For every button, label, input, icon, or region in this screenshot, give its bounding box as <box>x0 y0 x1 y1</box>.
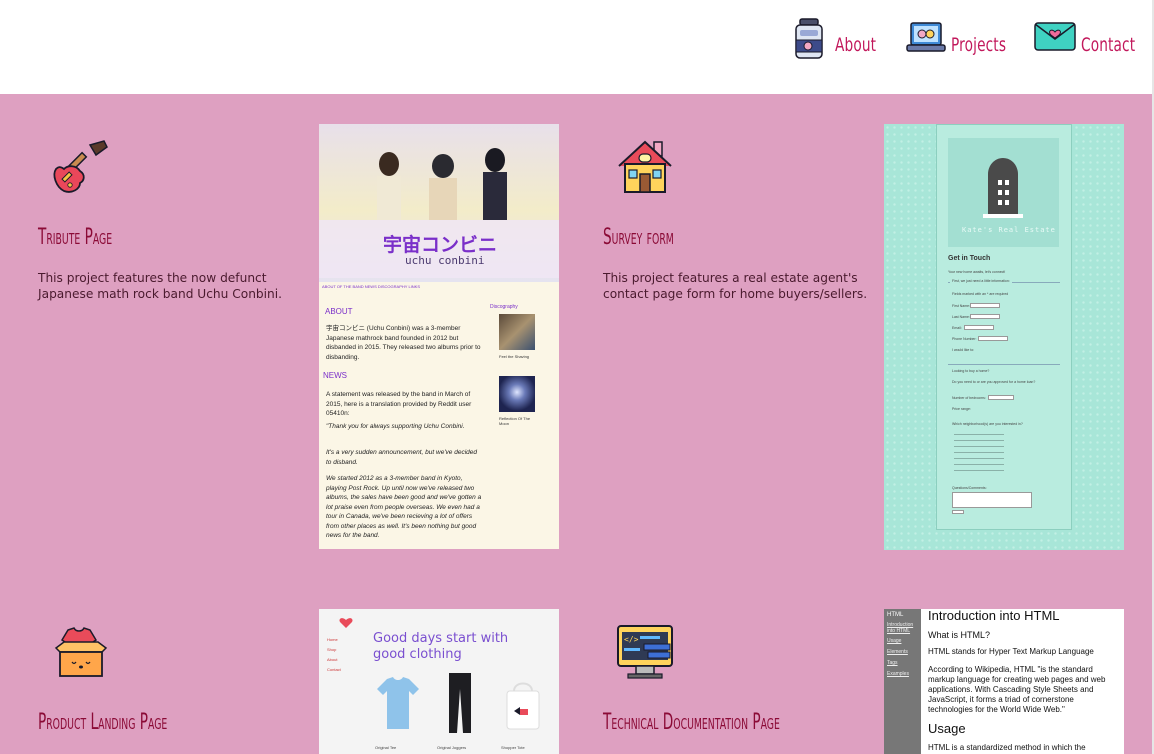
survey-thumbnail[interactable]: Kate's Real Estate Get in Touch Your new… <box>884 124 1124 550</box>
nav-about-label: About <box>835 34 877 56</box>
band-photo <box>377 148 507 220</box>
survey-row: Which neighborhood(s) are you interested… <box>952 422 1023 426</box>
product-headline: Good days start with good clothing <box>373 631 509 662</box>
survey-row: Looking to buy a home? <box>952 369 990 373</box>
product-item-label: Shopper Tote <box>501 745 525 750</box>
site-header: About Projects Contact <box>0 0 1152 94</box>
tee-image <box>377 677 419 729</box>
comments-textarea[interactable] <box>952 492 1032 508</box>
techdoc-sidebar-link: Introduction into HTML <box>887 622 914 634</box>
product-thumbnail[interactable]: Home Shop About Contact Good days start … <box>319 609 559 754</box>
nav-contact-link[interactable]: Contact <box>1034 16 1136 76</box>
survey-brand: Kate's Real Estate <box>962 226 1056 234</box>
tribute-news-heading: NEWS <box>323 371 347 380</box>
phone-input[interactable] <box>978 336 1008 341</box>
product-item-label: Original Joggers <box>437 745 467 750</box>
box-clothes-icon <box>54 627 108 677</box>
product-item-label: Original Tee <box>375 745 397 750</box>
tribute-heading-jp: 宇宙コンビニ <box>383 234 498 256</box>
techdoc-p2: According to Wikipedia, HTML "is the sta… <box>928 665 1106 714</box>
tribute-thumbnail[interactable]: 宇宙コンビニ uchu conbini ABOUT OF THE BAND NE… <box>319 124 559 549</box>
code-screen-icon: </> <box>617 625 673 679</box>
survey-row: First, we just need a little information… <box>950 279 1012 283</box>
survey-row: Fields marked with an * are required <box>952 292 1009 296</box>
tribute-about-text: 宇宙コンビニ (Uchu Conbini) was a 3-member Jap… <box>326 325 481 361</box>
tribute-quote-3: We started 2012 as a 3-member band in Ky… <box>326 475 482 539</box>
nav-projects-link[interactable]: Projects <box>906 16 1006 76</box>
jar-icon <box>795 18 823 59</box>
product-nav-item: Contact <box>327 667 341 672</box>
techdoc-h1: Introduction into HTML <box>928 609 1060 623</box>
techdoc-sidebar-link: Elements <box>887 649 908 655</box>
techdoc-h3: Usage <box>928 721 966 736</box>
album-1-title: Feel the Shaving <box>499 354 530 359</box>
survey-row: First Name: <box>952 304 971 308</box>
last-name-input[interactable] <box>970 314 1000 319</box>
tribute-quote-2: It's a very sudden announcement, but we'… <box>326 449 477 466</box>
nav-projects-label: Projects <box>951 34 1007 56</box>
survey-row: Your new home awaits, let's connect! <box>948 270 1006 274</box>
survey-row: Email: <box>952 326 962 330</box>
techdoc-sidebar-link: Tags <box>887 660 898 666</box>
heart-logo-icon <box>339 618 353 628</box>
album-2-title: Reflection Of The Moon <box>499 416 531 426</box>
envelope-icon <box>1034 22 1076 51</box>
survey-row: I would like to: <box>952 348 975 352</box>
techdoc-sidebar-title: HTML <box>887 612 904 618</box>
email-input[interactable] <box>964 325 994 330</box>
electric-guitar-icon <box>53 140 108 193</box>
tribute-news-text: A statement was released by the band in … <box>326 391 472 417</box>
techdoc-title: Technical Documentation Page <box>603 710 780 735</box>
tribute-title: Tribute Page <box>38 225 113 250</box>
product-nav-item: About <box>327 657 338 662</box>
tribute-about-heading: ABOUT <box>325 307 353 316</box>
survey-row: Price range: <box>952 407 971 411</box>
nav-contact-label: Contact <box>1081 34 1136 56</box>
divider <box>948 364 1060 365</box>
techdoc-p3: HTML is a standardized method in which t… <box>928 743 1086 752</box>
product-nav-item: Shop <box>327 647 337 652</box>
nav-about-link[interactable]: About <box>794 16 876 76</box>
survey-description: This project features a real estate agen… <box>603 271 868 301</box>
techdoc-thumbnail[interactable]: HTML Introduction into HTML Usage Elemen… <box>884 609 1124 754</box>
album-cover-2 <box>499 376 535 412</box>
survey-row: Questions/Comments: <box>952 486 987 490</box>
survey-row: Last Name: <box>952 315 970 319</box>
techdoc-sidebar-link: Usage <box>887 638 902 644</box>
laptop-icon <box>906 22 946 52</box>
first-name-input[interactable] <box>970 303 1000 308</box>
techdoc-sidebar-link: Examples <box>887 671 909 677</box>
tribute-description: This project features the now defunct Ja… <box>38 271 283 301</box>
bedrooms-select[interactable] <box>988 395 1014 400</box>
tribute-heading-en: uchu conbini <box>405 254 485 267</box>
techdoc-h2: What is HTML? <box>928 630 991 640</box>
tribute-links: ABOUT OF THE BAND NEWS DISCOGRAPHY LINKS <box>322 284 421 289</box>
survey-row: Phone Number: <box>952 337 977 341</box>
survey-row: Number of bedrooms: <box>952 396 986 400</box>
techdoc-p1: HTML stands for Hyper Text Markup Langua… <box>928 647 1094 656</box>
survey-row: Do you need to or are you approved for a… <box>952 380 1036 384</box>
survey-title: Survey form <box>603 225 674 250</box>
tribute-quote-1: "Thank you for always supporting Uchu Co… <box>326 423 465 430</box>
submit-button[interactable] <box>952 510 964 514</box>
product-nav-item: Home <box>327 637 338 642</box>
svg-text:</>: </> <box>624 635 639 644</box>
projects-section: Tribute Page This project features the n… <box>0 94 1152 754</box>
neighborhood-checklist[interactable] <box>954 434 1004 476</box>
joggers-image <box>449 673 471 733</box>
product-title: Product Landing Page <box>38 710 168 735</box>
tote-image <box>506 682 540 730</box>
house-icon <box>618 140 672 193</box>
tribute-discography-heading: Discography <box>490 304 518 310</box>
album-cover-1 <box>499 314 535 350</box>
survey-heading: Get in Touch <box>948 255 991 262</box>
